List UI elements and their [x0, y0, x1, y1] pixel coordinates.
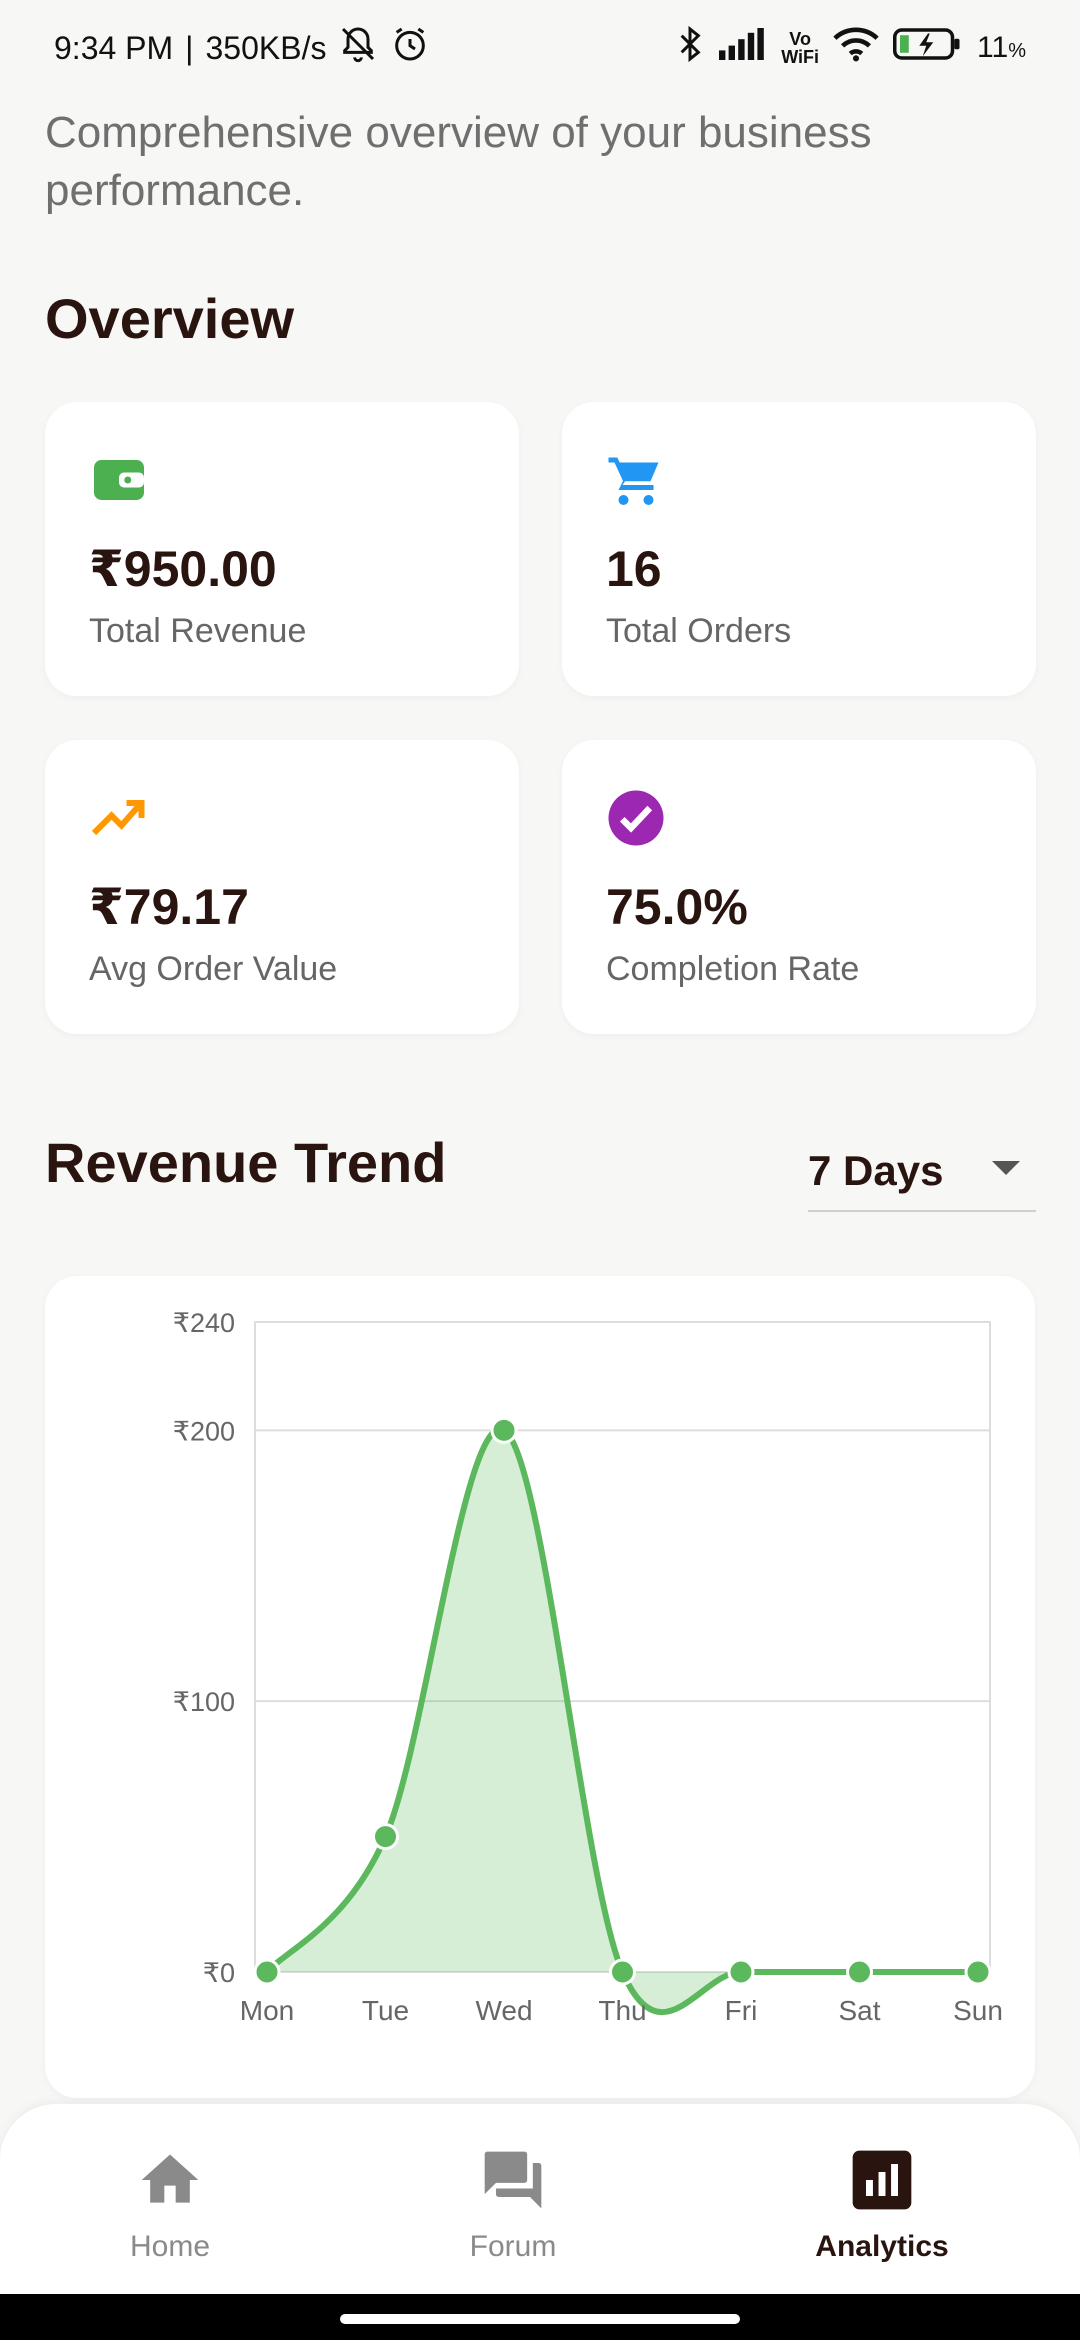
wifi-icon — [833, 26, 879, 70]
revenue-chart: ₹0 ₹100 ₹200 ₹240 Mon Tue Wed Thu Fri Sat Sun — [173, 1308, 1003, 2026]
y-tick-label: ₹100 — [173, 1687, 235, 1717]
x-tick-label: Tue — [362, 1995, 409, 2026]
nav-analytics[interactable]: Analytics — [762, 2144, 1002, 2274]
silent-icon — [338, 24, 378, 72]
stat-label: Avg Order Value — [89, 950, 338, 988]
status-right: Vo WiFi 11% — [675, 24, 1026, 72]
stat-card-total-revenue[interactable]: ₹950.00 Total Revenue — [45, 402, 519, 696]
x-tick-label: Fri — [725, 1995, 758, 2026]
wallet-icon — [89, 450, 149, 510]
stat-value: ₹79.17 — [89, 879, 249, 935]
x-tick-label: Sat — [838, 1995, 880, 2026]
x-tick-label: Mon — [240, 1995, 294, 2026]
data-point — [372, 1823, 399, 1851]
data-point — [490, 1416, 518, 1444]
status-time: 9:34 PM — [54, 29, 174, 66]
nav-forum-label: Forum — [469, 2230, 557, 2263]
x-tick-label: Thu — [598, 1995, 646, 2026]
y-tick-label: ₹200 — [173, 1416, 235, 1446]
analytics-icon — [846, 2144, 918, 2216]
stat-card-total-orders[interactable]: 16 Total Orders — [562, 402, 1036, 696]
trending-up-icon — [89, 788, 149, 848]
bottom-nav: Home Forum Analytics — [0, 2104, 1080, 2294]
range-dropdown[interactable]: 7 Days — [808, 1132, 1036, 1212]
stat-value: ₹950.00 — [89, 541, 277, 597]
dropdown-arrow-icon — [992, 1160, 1020, 1182]
nav-home[interactable]: Home — [50, 2144, 290, 2274]
vowifi-icon: Vo WiFi — [781, 29, 820, 67]
system-gesture-bar — [0, 2294, 1080, 2340]
stat-label: Total Revenue — [89, 612, 307, 650]
overview-title: Overview — [45, 287, 295, 350]
stat-label: Completion Rate — [606, 950, 860, 988]
bluetooth-icon — [675, 24, 705, 72]
forum-icon — [477, 2144, 549, 2216]
x-tick-label: Wed — [475, 1995, 532, 2026]
page-subtitle: Comprehensive overview of your business … — [45, 108, 872, 215]
stat-label: Total Orders — [606, 612, 792, 650]
signal-icon — [719, 28, 767, 68]
area-fill — [267, 1429, 978, 2013]
revenue-chart-card: ₹0 ₹100 ₹200 ₹240 Mon Tue Wed Thu Fri Sat Sun — [45, 1276, 1035, 2098]
nav-home-label: Home — [129, 2230, 211, 2263]
data-point — [253, 1958, 281, 1986]
stat-value: 16 — [606, 541, 662, 597]
alarm-icon — [390, 24, 430, 72]
stat-card-avg-order-value[interactable]: ₹79.17 Avg Order Value — [45, 740, 519, 1034]
y-tick-label: ₹240 — [173, 1308, 235, 1338]
status-left: 9:34 PM | 350KB/s — [54, 24, 430, 72]
battery-icon — [893, 26, 963, 70]
revenue-trend-title: Revenue Trend — [45, 1131, 447, 1194]
nav-forum[interactable]: Forum — [393, 2144, 633, 2274]
nav-analytics-label: Analytics — [815, 2230, 949, 2263]
battery-percent: 11% — [977, 31, 1026, 64]
home-icon — [134, 2144, 206, 2216]
cart-icon — [606, 450, 666, 510]
status-separator: | — [185, 29, 194, 66]
data-point — [609, 1958, 636, 1986]
check-circle-icon — [606, 788, 666, 848]
status-bar: 9:34 PM | 350KB/s Vo WiFi 11% — [0, 0, 1080, 96]
x-tick-label: Sun — [953, 1995, 1003, 2026]
status-speed: 350KB/s — [205, 29, 327, 66]
home-indicator[interactable] — [340, 2314, 740, 2324]
y-tick-label: ₹0 — [203, 1958, 235, 1988]
data-point — [846, 1958, 873, 1986]
stat-value: 75.0% — [606, 879, 748, 935]
stat-card-completion-rate[interactable]: 75.0% Completion Rate — [562, 740, 1036, 1034]
data-point — [964, 1958, 992, 1986]
range-dropdown-value: 7 Days — [808, 1147, 944, 1194]
data-point — [727, 1958, 755, 1986]
